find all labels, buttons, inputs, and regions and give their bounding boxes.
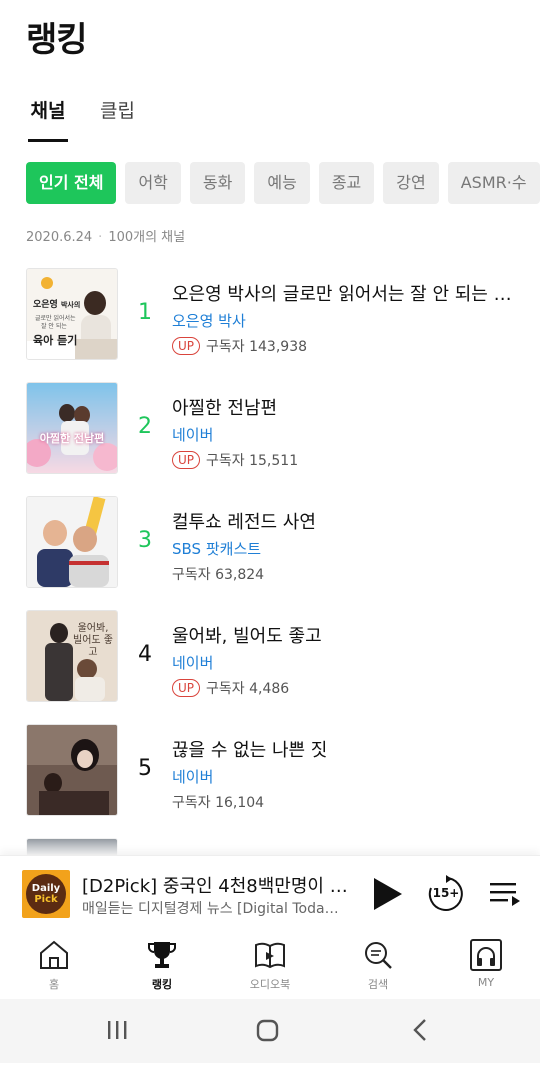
player-thumbnail: Daily Pick [22, 870, 70, 918]
chip-popular-all[interactable]: 인기 전체 [26, 162, 117, 204]
list-fade-overlay [0, 820, 540, 856]
category-filter: 인기 전체 어학 동화 예능 종교 강연 ASMR·수 [26, 162, 540, 206]
channel-title: 끊을 수 없는 나쁜 짓 [172, 740, 328, 761]
up-badge: UP [172, 337, 201, 355]
play-button[interactable] [366, 874, 406, 914]
headphones-icon [470, 939, 502, 971]
channel-thumbnail: 오은영 박사의 글로만 읽어서는 잘 안 되는 육아 듣기 [26, 268, 118, 360]
subscriber-count: 구독자 4,486 [206, 681, 290, 697]
home-icon [40, 940, 68, 969]
rank-number: 2 [138, 414, 152, 439]
thumb-text-1b: 박사의 [60, 301, 81, 309]
skip-forward-button[interactable]: 15+ [426, 874, 466, 914]
chip-lecture[interactable]: 강연 [383, 162, 439, 204]
subscriber-info: UP 구독자 143,938 [172, 336, 307, 356]
subscriber-count: 구독자 15,511 [206, 453, 299, 469]
rank-number: 1 [138, 300, 152, 325]
system-navigation-bar [0, 999, 540, 1063]
nav-home-label: 홈 [48, 978, 60, 991]
thumbnail-art [27, 725, 117, 815]
player-thumb-text-2: Pick [34, 894, 58, 905]
channel-thumbnail: 울어봐, 빌어도 좋고 [26, 610, 118, 702]
system-nav-buttons [108, 1019, 426, 1042]
recent-apps-icon[interactable] [108, 1021, 127, 1039]
rank-number: 3 [138, 528, 152, 553]
ranking-row[interactable]: 3 컬투쇼 레전드 사연 SBS 팟캐스트 구독자 63,824 [0, 496, 540, 610]
thumb-title-art: 울어봐, 빌어도 좋고 [73, 623, 113, 658]
mini-player[interactable]: Daily Pick [D2Pick] 중국인 4천8백만명이 기... 매일듣… [0, 855, 540, 932]
subscriber-info: UP 구독자 4,486 [172, 678, 289, 698]
subscriber-count: 구독자 16,104 [172, 795, 265, 811]
subscriber-info: UP 구독자 15,511 [172, 450, 298, 470]
thumb-text-1: 오은영 [33, 300, 58, 310]
subscriber-count: 구독자 63,824 [172, 567, 265, 583]
thumb-text-3: 육아 듣기 [33, 334, 78, 347]
nav-audiobook[interactable]: 오디오북 [216, 931, 324, 999]
trophy-icon [148, 942, 176, 968]
subscriber-info: 구독자 63,824 [172, 564, 264, 584]
rank-number: 5 [138, 756, 152, 781]
ranking-meta: 2020.6.24 · 100개의 채널 [26, 226, 185, 245]
channel-title: 오은영 박사의 글로만 읽어서는 잘 안 되는 육아 듣기 [172, 284, 524, 305]
up-badge: UP [172, 679, 201, 697]
rank-number: 4 [138, 642, 152, 667]
playlist-icon [490, 883, 520, 906]
bottom-navigation: 홈 랭킹 오디오북 검색 MY [0, 931, 540, 999]
channel-owner-link[interactable]: 네이버 [172, 652, 213, 673]
tab-channel[interactable]: 채널 [28, 96, 68, 142]
back-icon[interactable] [413, 1019, 426, 1041]
channel-owner-link[interactable]: 네이버 [172, 766, 213, 787]
chip-fairytale[interactable]: 동화 [189, 162, 246, 204]
ranking-row[interactable]: 아찔한 전남편 2 아찔한 전남편 네이버 UP 구독자 15,511 [0, 382, 540, 496]
subscriber-info: 구독자 16,104 [172, 792, 264, 812]
nav-audiobook-label: 오디오북 [249, 978, 291, 991]
ranking-date: 2020.6.24 [26, 230, 93, 245]
channel-owner-link[interactable]: 네이버 [172, 424, 213, 445]
search-icon [365, 942, 392, 969]
channel-title: 컬투쇼 레전드 사연 [172, 512, 316, 533]
audiobook-icon [255, 942, 285, 969]
channel-title: 아찔한 전남편 [172, 398, 278, 419]
page-title: 랭킹 [26, 20, 88, 60]
ranking-row[interactable]: 오은영 박사의 글로만 읽어서는 잘 안 되는 육아 듣기 1 오은영 박사의 … [0, 268, 540, 382]
tab-clip[interactable]: 클립 [100, 96, 135, 142]
thumbnail-art [27, 383, 117, 473]
nav-home[interactable]: 홈 [0, 931, 108, 999]
player-subtitle: 매일듣는 디지털경제 뉴스 [Digital Today ... [82, 901, 344, 917]
nav-ranking-label: 랭킹 [151, 978, 173, 991]
nav-search[interactable]: 검색 [324, 931, 432, 999]
channel-thumbnail: 아찔한 전남편 [26, 382, 118, 474]
nav-ranking[interactable]: 랭킹 [108, 931, 216, 999]
chip-language[interactable]: 어학 [125, 162, 181, 204]
channel-owner-link[interactable]: 오은영 박사 [172, 310, 246, 331]
skip-label: 15+ [432, 886, 460, 900]
chip-religion[interactable]: 종교 [318, 162, 375, 204]
nav-search-label: 검색 [367, 978, 389, 991]
channel-thumbnail [26, 724, 118, 816]
thumbnail-art [27, 497, 117, 587]
channel-count: 100개의 채널 [108, 230, 186, 245]
home-button-icon[interactable] [256, 1019, 279, 1042]
nav-my[interactable]: MY [432, 931, 540, 999]
channel-thumbnail [26, 496, 118, 588]
chip-entertainment[interactable]: 예능 [254, 162, 310, 204]
playlist-button[interactable] [486, 874, 526, 914]
channel-title: 울어봐, 빌어도 좋고 [172, 626, 322, 647]
chip-asmr[interactable]: ASMR·수 [447, 162, 540, 204]
player-thumb-text-1: Daily [31, 883, 61, 894]
separator-dot: · [98, 230, 103, 245]
up-badge: UP [172, 451, 201, 469]
nav-my-label: MY [477, 976, 495, 989]
ranking-row[interactable]: 울어봐, 빌어도 좋고 4 울어봐, 빌어도 좋고 네이버 UP 구독자 4,48… [0, 610, 540, 724]
tab-bar: 채널 클립 [0, 96, 540, 142]
play-icon [374, 878, 402, 910]
channel-owner-link[interactable]: SBS 팟캐스트 [172, 538, 261, 559]
thumb-text-2b: 잘 안 되는 [41, 323, 67, 330]
thumb-title-art: 아찔한 전남편 [39, 432, 105, 445]
subscriber-count: 구독자 143,938 [206, 339, 308, 355]
player-title: [D2Pick] 중국인 4천8백만명이 기... [82, 876, 352, 897]
